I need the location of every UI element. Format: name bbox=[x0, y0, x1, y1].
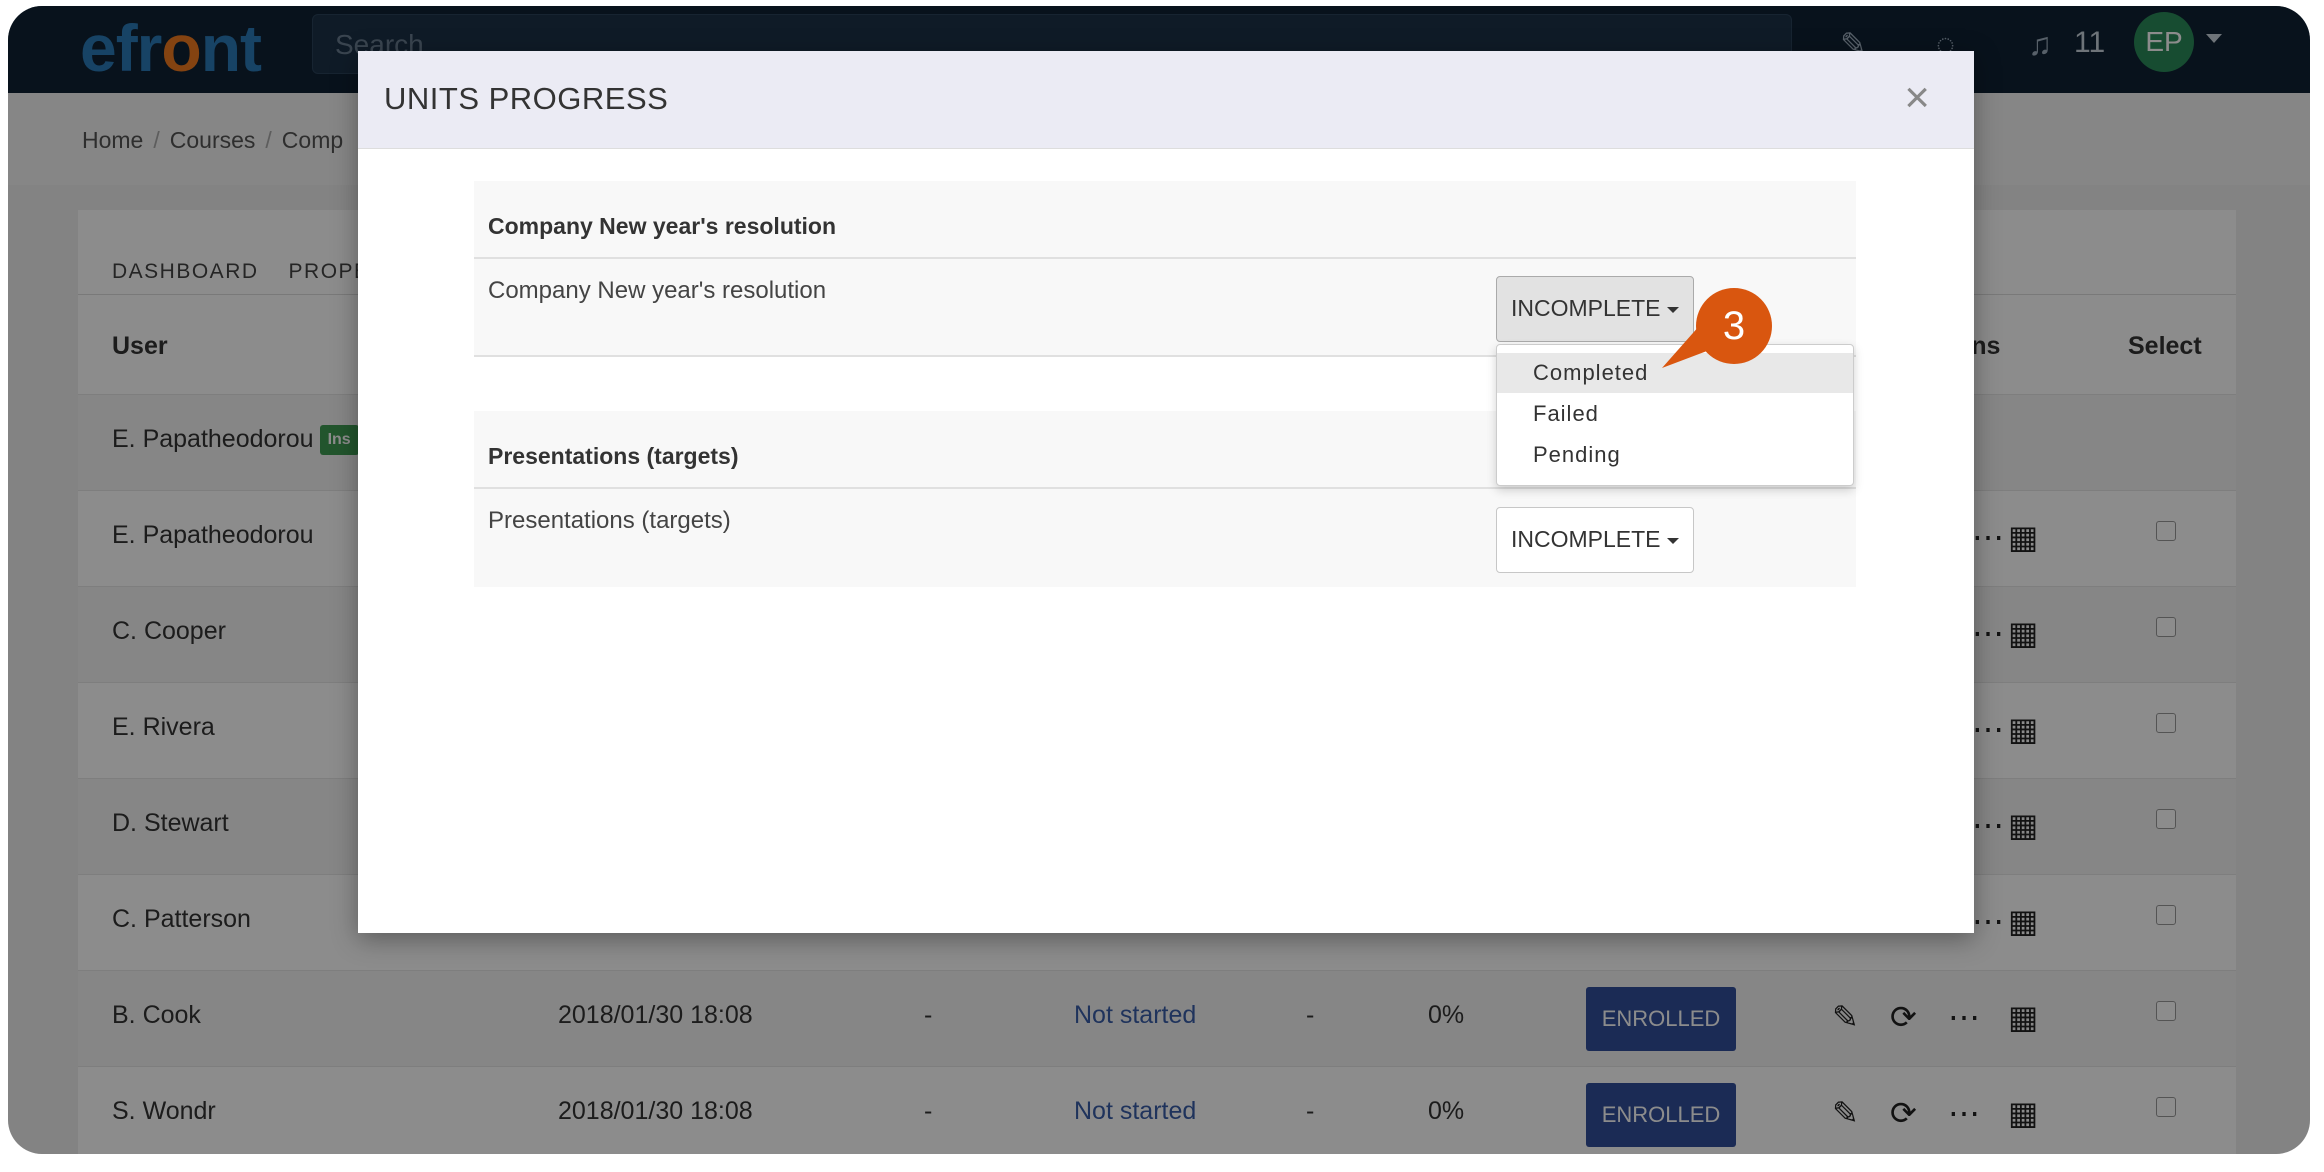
units-progress-modal: UNITS PROGRESS × Company New year's reso… bbox=[358, 51, 1974, 933]
option-failed[interactable]: Failed bbox=[1497, 394, 1853, 434]
unit-name: Presentations (targets) bbox=[488, 507, 731, 534]
close-icon[interactable]: × bbox=[1904, 73, 1930, 123]
unit-heading: Presentations (targets) bbox=[488, 443, 739, 469]
modal-header: UNITS PROGRESS × bbox=[358, 51, 1974, 149]
caret-down-icon bbox=[1666, 537, 1679, 544]
option-pending[interactable]: Pending bbox=[1497, 435, 1853, 475]
unit-heading: Company New year's resolution bbox=[488, 213, 837, 239]
unit-status-dropdown[interactable]: INCOMPLETE bbox=[1496, 507, 1694, 573]
step-number: 3 bbox=[1696, 288, 1772, 364]
app-window: efront Search ✎ ◌ ♫ 11 EP Home / Courses / C… bbox=[8, 6, 2310, 1154]
modal-title: UNITS PROGRESS bbox=[384, 81, 669, 116]
unit-name: Company New year's resolution bbox=[488, 277, 827, 304]
step-callout: 3 bbox=[1662, 288, 1772, 378]
